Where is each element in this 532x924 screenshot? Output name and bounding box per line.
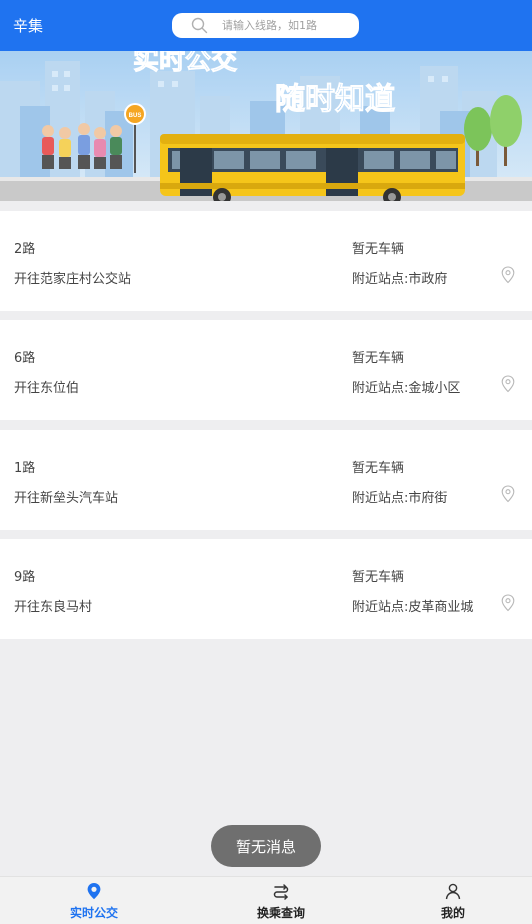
top-bar: 辛集	[0, 0, 532, 51]
nav-tab-realtime-bus[interactable]: 实时公交	[34, 877, 154, 924]
route-name: 9路	[14, 570, 36, 585]
bus-illustration	[160, 134, 465, 201]
vehicle-status: 暂无车辆	[352, 461, 405, 476]
vehicle-status: 暂无车辆	[352, 570, 405, 585]
nearby-stop: 附近站点:市府街	[352, 487, 447, 506]
route-name: 1路	[14, 461, 36, 476]
city-selector[interactable]: 辛集	[13, 15, 43, 36]
nearby-stop-name: 皮革商业城	[408, 600, 474, 615]
nav-label: 实时公交	[69, 906, 118, 920]
promo-banner: 实时公交 随时知道 BUS	[0, 51, 532, 201]
search-input[interactable]	[222, 13, 352, 38]
bus-stop-sign: BUS	[129, 113, 142, 119]
nearby-stop: 附近站点:皮革商业城	[352, 596, 473, 615]
route-name: 2路	[14, 242, 36, 257]
route-card[interactable]: 9路 开往东良马村 暂无车辆 附近站点:皮革商业城	[0, 539, 532, 639]
vehicle-status: 暂无车辆	[352, 242, 405, 257]
location-pin-icon[interactable]	[501, 485, 515, 503]
route-direction: 开往新垒头汽车站	[14, 491, 119, 506]
nearby-stop-label: 附近站点:	[352, 491, 409, 506]
nearby-stop-label: 附近站点:	[352, 381, 409, 396]
nearby-stop-label: 附近站点:	[352, 272, 409, 287]
banner-headline-2: 随时知道	[275, 83, 395, 116]
location-pin-icon	[87, 883, 101, 900]
user-icon	[445, 883, 461, 900]
nav-tab-transfer-query[interactable]: 换乘查询	[221, 877, 341, 924]
nearby-stop: 附近站点:金城小区	[352, 377, 460, 396]
nav-tab-mine[interactable]: 我的	[393, 877, 513, 924]
nearby-stop: 附近站点:市政府	[352, 268, 447, 287]
route-name: 6路	[14, 351, 36, 366]
route-card[interactable]: 2路 开往范家庄村公交站 暂无车辆 附近站点:市政府	[0, 211, 532, 311]
nav-label: 换乘查询	[256, 906, 305, 920]
nearby-stop-name: 市政府	[408, 272, 448, 287]
nav-label: 我的	[440, 906, 465, 920]
route-direction: 开往东位伯	[14, 381, 80, 396]
transfer-icon	[273, 884, 289, 900]
route-card[interactable]: 6路 开往东位伯 暂无车辆 附近站点:金城小区	[0, 320, 532, 420]
location-pin-icon[interactable]	[501, 266, 515, 284]
nearby-stop-name: 金城小区	[408, 381, 461, 396]
nearby-stop-name: 市府街	[408, 491, 448, 506]
banner-illustration: 实时公交 随时知道 BUS	[0, 51, 532, 201]
location-pin-icon[interactable]	[501, 594, 515, 612]
route-card[interactable]: 1路 开往新垒头汽车站 暂无车辆 附近站点:市府街	[0, 430, 532, 530]
toast-message: 暂无消息	[211, 825, 321, 867]
search-icon	[191, 17, 208, 34]
nearby-stop-label: 附近站点:	[352, 600, 409, 615]
banner-headline-1: 实时公交	[133, 51, 237, 75]
vehicle-status: 暂无车辆	[352, 351, 405, 366]
route-direction: 开往范家庄村公交站	[14, 272, 132, 287]
route-direction: 开往东良马村	[14, 600, 93, 615]
bottom-nav: 实时公交 换乘查询 我的	[0, 876, 532, 924]
search-box[interactable]	[172, 13, 359, 38]
location-pin-icon[interactable]	[501, 375, 515, 393]
